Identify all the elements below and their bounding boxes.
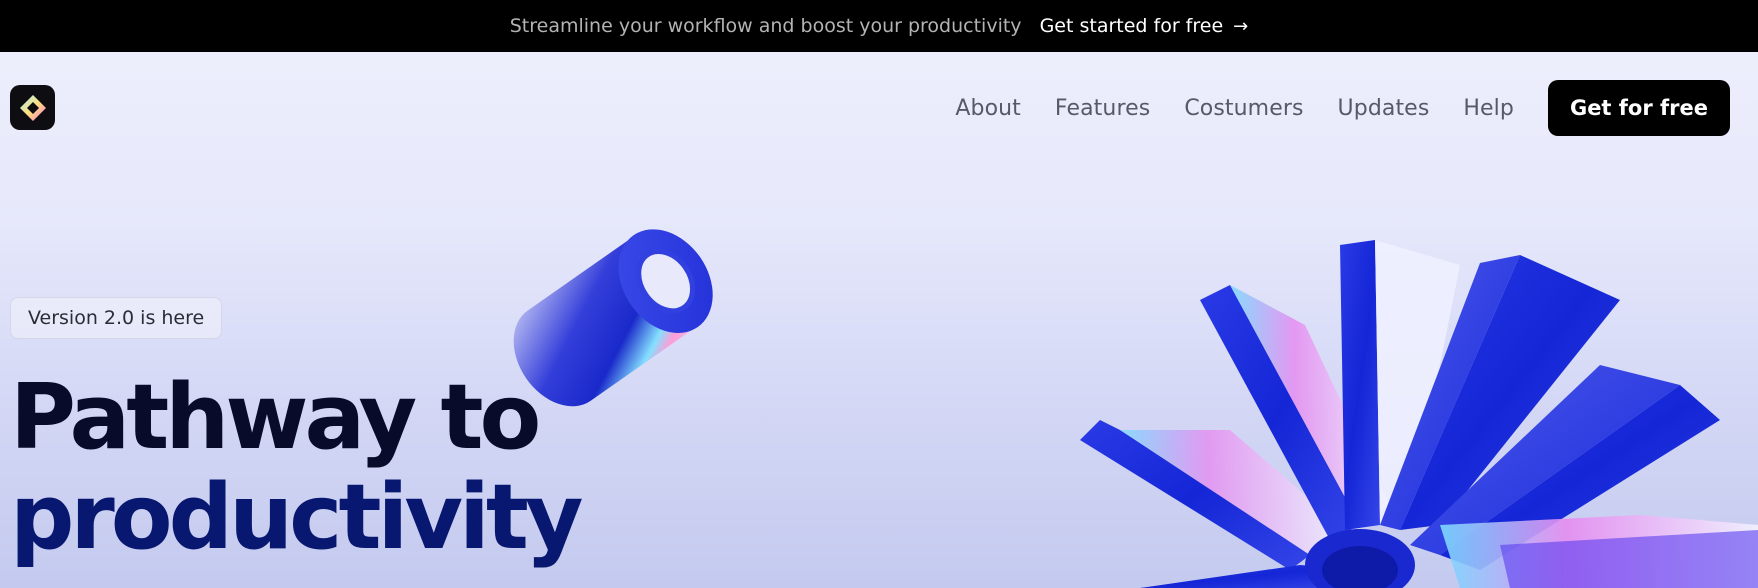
cylinder-illustration	[513, 229, 713, 407]
get-started-link[interactable]: Get started for free →	[1040, 15, 1249, 37]
nav-help[interactable]: Help	[1463, 96, 1514, 121]
get-started-label: Get started for free	[1039, 15, 1224, 37]
hero-title-line1: Pathway to	[10, 365, 541, 470]
arrow-right-icon: →	[1233, 15, 1249, 37]
logo[interactable]	[10, 85, 55, 130]
nav-about[interactable]: About	[955, 96, 1021, 121]
nav-updates[interactable]: Updates	[1338, 96, 1430, 121]
main-nav: About Features Costumers Updates Help Ge…	[955, 80, 1730, 136]
announcement-text: Streamline your workflow and boost your …	[509, 15, 1022, 37]
nav-customers[interactable]: Costumers	[1184, 96, 1303, 121]
hero-title-line2: productivity	[10, 465, 584, 570]
diamond-logo-icon	[19, 94, 46, 121]
burst-illustration	[1080, 240, 1758, 588]
announcement-bar: Streamline your workflow and boost your …	[0, 0, 1758, 52]
nav-features[interactable]: Features	[1055, 96, 1150, 121]
hero-title: Pathway to productivity	[10, 365, 584, 570]
get-for-free-button[interactable]: Get for free	[1547, 80, 1730, 136]
version-badge: Version 2.0 is here	[10, 297, 223, 339]
